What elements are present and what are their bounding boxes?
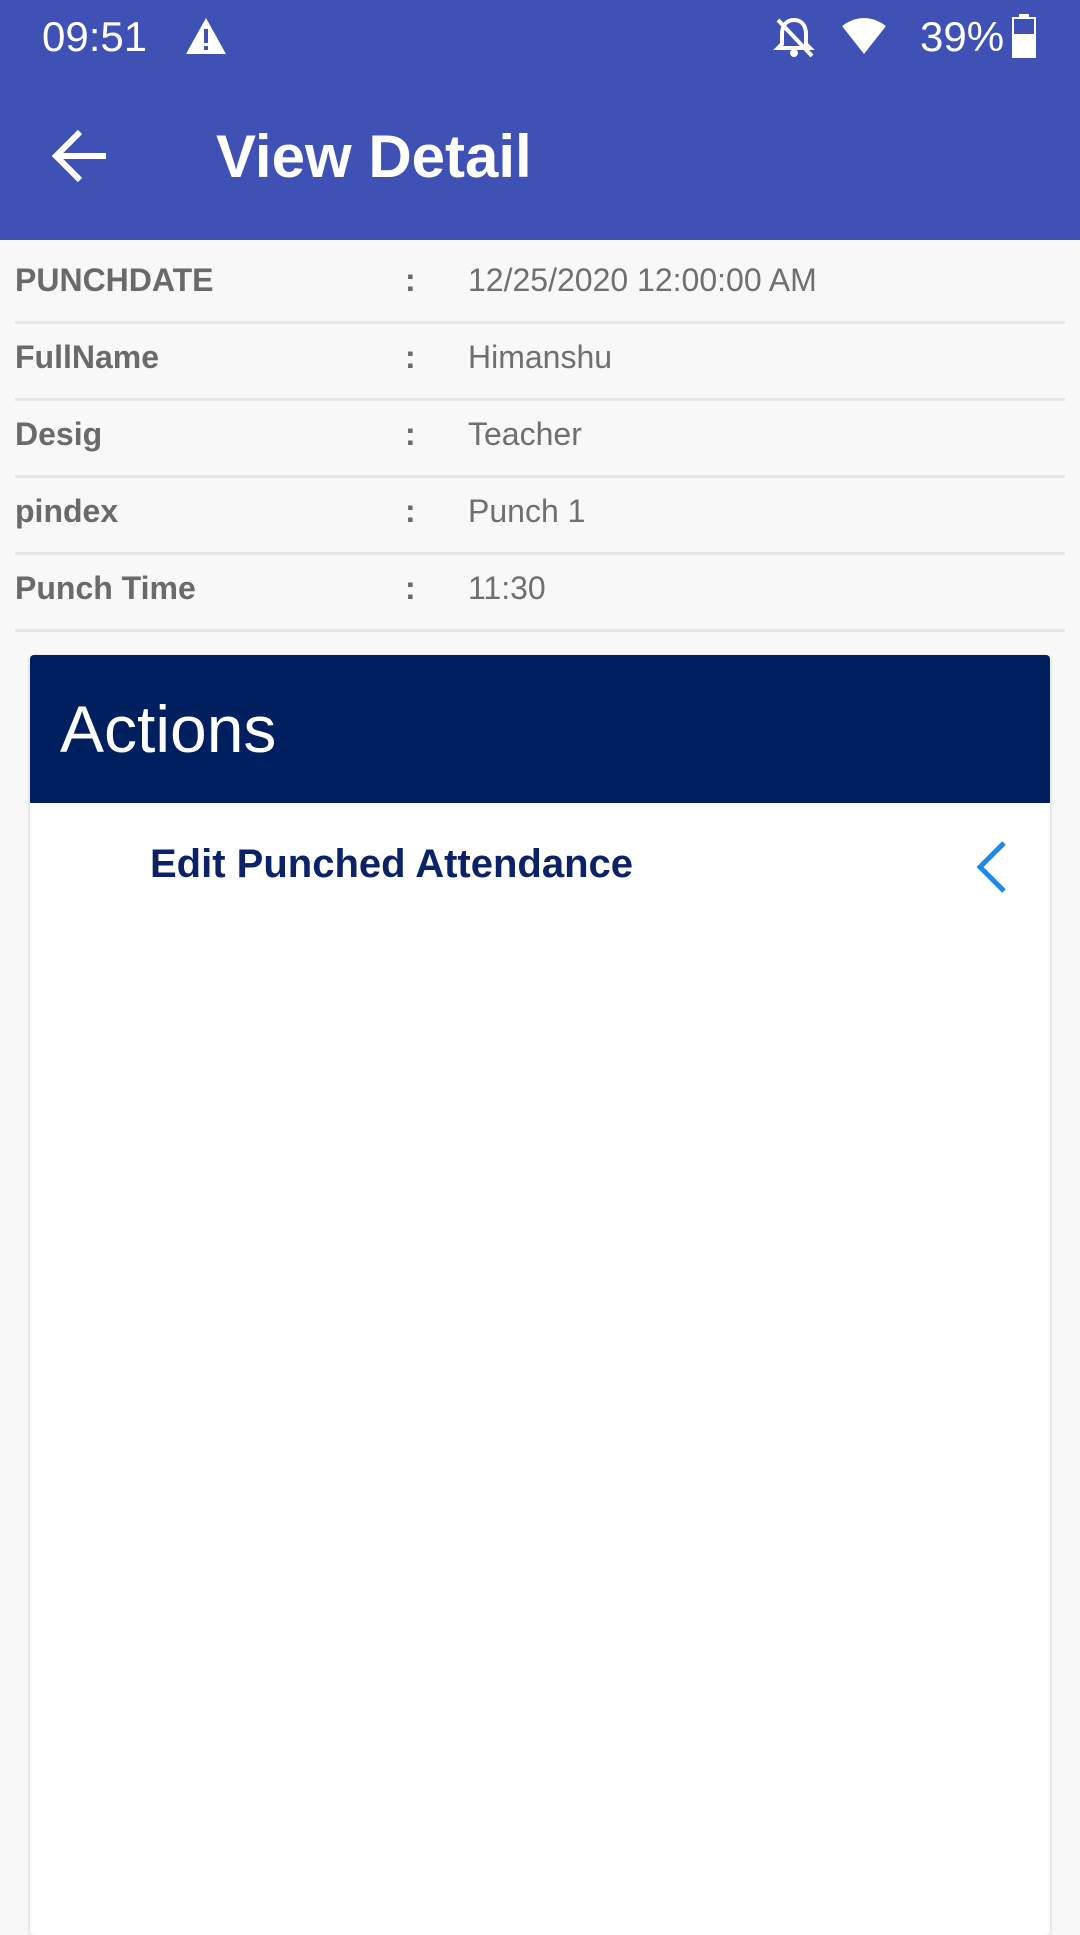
detail-label: PUNCHDATE <box>15 262 214 298</box>
detail-separator: : <box>405 570 416 606</box>
detail-separator: : <box>405 416 416 452</box>
detail-value: 12/25/2020 12:00:00 AM <box>468 262 817 298</box>
actions-title: Actions <box>60 692 277 766</box>
detail-row-pindex: pindex : Punch 1 <box>15 479 1065 555</box>
arrow-back-icon <box>51 129 106 183</box>
status-time: 09:51 <box>42 13 148 60</box>
actions-header: Actions <box>30 655 1050 803</box>
detail-separator: : <box>405 262 416 298</box>
chevron-left-icon <box>974 839 1010 900</box>
detail-value: Punch 1 <box>468 493 586 529</box>
detail-row-desig: Desig : Teacher <box>15 402 1065 478</box>
detail-label: Punch Time <box>15 570 196 606</box>
wifi-icon <box>840 16 888 61</box>
actions-card: Actions Edit Punched Attendance <box>30 655 1050 1935</box>
detail-separator: : <box>405 493 416 529</box>
bell-off-icon <box>772 14 816 65</box>
detail-row-punchdate: PUNCHDATE : 12/25/2020 12:00:00 AM <box>15 248 1065 324</box>
detail-value: Himanshu <box>468 339 613 375</box>
detail-label: pindex <box>15 493 119 529</box>
action-label: Edit Punched Attendance <box>150 842 634 886</box>
battery-percentage: 39% <box>920 13 1005 60</box>
detail-value: Teacher <box>468 416 582 452</box>
action-edit-punched-attendance[interactable]: Edit Punched Attendance <box>30 803 1050 933</box>
page-title: View Detail <box>216 123 532 190</box>
detail-value: 11:30 <box>468 570 546 606</box>
back-button[interactable] <box>50 126 114 186</box>
detail-separator: : <box>405 339 416 375</box>
battery-icon <box>1012 14 1036 63</box>
detail-label: Desig <box>15 416 103 452</box>
detail-list: PUNCHDATE : 12/25/2020 12:00:00 AM FullN… <box>15 248 1065 632</box>
warning-icon <box>184 16 228 61</box>
detail-label: FullName <box>15 339 160 375</box>
detail-row-fullname: FullName : Himanshu <box>15 325 1065 401</box>
status-bar: 09:51 39% <box>0 0 1080 74</box>
app-bar: View Detail <box>0 74 1080 240</box>
detail-row-punch-time: Punch Time : 11:30 <box>15 556 1065 632</box>
